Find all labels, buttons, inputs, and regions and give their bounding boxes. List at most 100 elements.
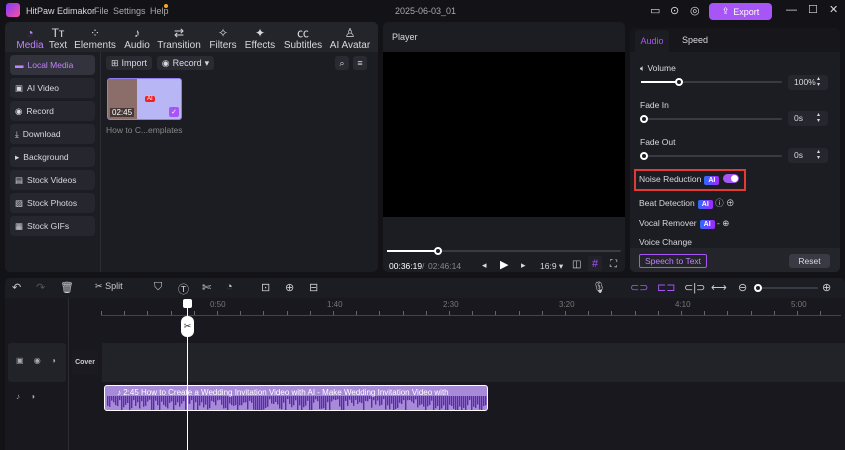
split-track-icon[interactable]: ⊂|⊃ <box>684 281 705 294</box>
ruler-label: 5:00 <box>791 300 807 309</box>
playhead-handle[interactable] <box>183 299 192 308</box>
menu-file[interactable]: File <box>94 6 109 16</box>
waveform-bar <box>447 396 449 410</box>
mute-icon[interactable]: ◑ <box>30 392 35 401</box>
fade-in-slider[interactable] <box>641 118 782 120</box>
tab-audio[interactable]: Audio <box>635 30 669 52</box>
import-button[interactable]: ⊞ Import <box>106 56 152 70</box>
fit-icon[interactable]: ⟷ <box>711 281 727 294</box>
noise-reduction-label: Noise Reduction <box>639 174 702 184</box>
waveform-bar <box>351 396 353 403</box>
export-button[interactable]: ⇪ Export <box>709 3 772 20</box>
noise-reduction-toggle[interactable] <box>723 174 739 183</box>
download-icon[interactable]: ⊕ <box>722 218 729 228</box>
download-icon[interactable]: ⊕ <box>726 198 735 208</box>
stock-videos-icon: ▤ <box>15 174 24 185</box>
sidebar-item-background[interactable]: ▸ Background <box>10 147 95 167</box>
volume-input[interactable]: 100% <box>788 75 828 90</box>
tab-ai-avatar[interactable]: ♙ AI Avatar <box>325 26 375 51</box>
search-button[interactable]: ⌕ <box>335 56 349 70</box>
marker-icon[interactable]: ⛉ <box>154 281 162 294</box>
waveform-bar <box>439 396 441 410</box>
zoom-slider[interactable] <box>758 287 818 289</box>
text-icon[interactable]: Ⓣ <box>178 281 189 297</box>
sidebar-item-local-media[interactable]: ▬ Local Media <box>10 55 95 75</box>
audio-clip[interactable]: ♪ 2:45 How to Create a Wedding Invitatio… <box>104 385 488 411</box>
split-button[interactable]: ✂ Split <box>95 281 123 292</box>
magnet-icon[interactable]: ⊏⊐ <box>657 281 675 294</box>
waveform-bar <box>291 396 293 408</box>
fade-out-slider[interactable] <box>641 155 782 157</box>
aspect-ratio-select[interactable]: 16:9 ▾ <box>540 261 563 272</box>
close-button[interactable]: ✕ <box>829 3 838 16</box>
export-clip-icon[interactable]: ⊟ <box>309 281 318 294</box>
fade-out-input[interactable]: 0s <box>788 148 828 163</box>
sidebar-item-record[interactable]: ◉ Record <box>10 101 95 121</box>
trim-icon[interactable]: ✄ <box>202 281 211 294</box>
grid-icon[interactable]: # <box>588 256 602 271</box>
snapshot-icon[interactable]: ◫ <box>572 259 581 270</box>
reset-button[interactable]: Reset <box>789 254 830 268</box>
waveform-bar <box>443 396 445 406</box>
aspect-value: 16:9 <box>540 261 557 271</box>
waveform-bar <box>347 396 349 406</box>
maximize-button[interactable]: ☐ <box>808 3 818 16</box>
redo-icon[interactable]: ↷ <box>36 281 45 294</box>
stock-photos-icon: ▨ <box>15 197 24 208</box>
ai-video-icon: ▣ <box>15 82 24 93</box>
vocal-remover-label: Vocal Remover <box>639 218 697 228</box>
sidebar-item-download[interactable]: ⤓ Download <box>10 124 95 144</box>
total-time: 02:46:14 <box>428 261 462 271</box>
undo-icon[interactable]: ↶ <box>12 281 21 294</box>
next-frame-icon[interactable]: ▸ <box>521 260 526 271</box>
sidebar-item-ai-video[interactable]: ▣ AI Video <box>10 78 95 98</box>
volume-handle[interactable] <box>675 78 684 86</box>
fade-in-input[interactable]: 0s <box>788 111 828 126</box>
download-icon[interactable]: ⊕ <box>285 281 294 294</box>
media-thumbnail[interactable]: 02:45 AI ✓ <box>107 78 182 120</box>
sidebar-item-stock-gifs[interactable]: ▦ Stock GIFs <box>10 216 95 236</box>
minimize-button[interactable]: — <box>786 4 797 16</box>
fade-in-handle[interactable] <box>640 115 648 123</box>
download-icon[interactable]: ⊙ <box>670 4 679 17</box>
sort-button[interactable]: ≡ <box>353 56 367 70</box>
waveform-bar <box>427 396 429 407</box>
waveform-bar <box>441 396 443 409</box>
playhead-split-icon[interactable]: ✂ <box>181 316 194 337</box>
menu-settings[interactable]: Settings <box>113 6 146 16</box>
info-icon[interactable]: ⓘ <box>715 198 724 208</box>
add-text-icon[interactable]: ⊡ <box>261 281 270 294</box>
tab-subtitles[interactable]: ㏄ Subtitles <box>278 26 328 51</box>
beat-detection-label: Beat Detection <box>639 198 695 208</box>
speed-icon[interactable]: ◔ <box>226 281 233 293</box>
lock-icon[interactable]: ▣ <box>16 356 24 365</box>
zoom-out-icon[interactable]: ⊖ <box>738 281 747 294</box>
prev-frame-icon[interactable]: ◂ <box>482 260 487 271</box>
waveform-bar <box>189 396 191 404</box>
waveform-bar <box>251 396 253 403</box>
voice-change-label: Voice Change <box>639 237 692 247</box>
feedback-icon[interactable]: ▭ <box>650 4 660 17</box>
zoom-in-icon[interactable]: ⊕ <box>822 281 831 294</box>
speech-to-text-button[interactable]: Speech to Text <box>639 254 707 268</box>
fade-out-handle[interactable] <box>640 152 648 160</box>
cover-button[interactable]: Cover <box>72 350 98 375</box>
sidebar-item-stock-videos[interactable]: ▤ Stock Videos <box>10 170 95 190</box>
tab-transition[interactable]: ⇄ Transition <box>154 26 204 51</box>
ai-badge: AI <box>699 220 715 229</box>
eye-icon[interactable]: ◉ <box>34 356 41 365</box>
tab-speed[interactable]: Speed <box>682 35 708 45</box>
account-icon[interactable]: ◎ <box>690 4 700 17</box>
play-icon[interactable]: ▶ <box>500 258 508 271</box>
delete-icon[interactable]: 🗑︎ <box>60 281 74 294</box>
sidebar-item-stock-photos[interactable]: ▨ Stock Photos <box>10 193 95 213</box>
mute-icon[interactable]: ◑ <box>51 356 56 365</box>
record-button[interactable]: ◉ Record ▾ <box>157 56 214 70</box>
waveform-bar <box>167 396 169 409</box>
fullscreen-icon[interactable]: ⛶ <box>610 259 617 270</box>
link-icon[interactable]: ⊂⊃ <box>630 281 648 294</box>
waveform-bar <box>305 396 307 406</box>
microphone-icon[interactable]: 🎙︎ <box>592 281 606 294</box>
zoom-handle[interactable] <box>754 284 762 292</box>
waveform-bar <box>299 396 301 406</box>
